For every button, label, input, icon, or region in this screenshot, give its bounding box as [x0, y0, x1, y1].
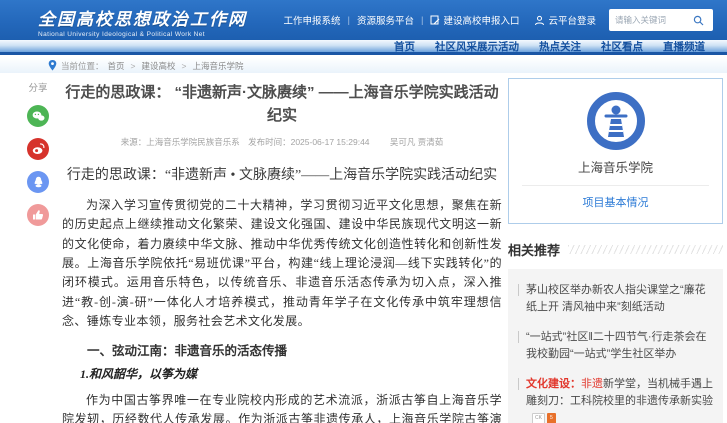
share-label: 分享: [28, 83, 48, 94]
document-icon: [430, 15, 440, 25]
article-subsection-heading: 1.和风韶华，以筝为媒: [80, 366, 198, 381]
header-links: 工作申报系统 | 资源服务平台 | 建设高校申报入口 云平台登录: [284, 0, 713, 40]
header-separator: |: [347, 14, 350, 26]
header-separator: |: [421, 14, 424, 26]
breadcrumb-label: 当前位置：: [61, 60, 104, 71]
search-icon[interactable]: [693, 15, 704, 26]
user-icon: [535, 15, 545, 25]
link-school-apply[interactable]: 建设高校申报入口: [430, 13, 519, 27]
hatch-decoration: [568, 245, 723, 254]
item-tick: [518, 331, 519, 344]
related-item[interactable]: 茅山校区举办新农人指尖课堂之“廉花纸上开 清风袖中来”刻纸活动: [518, 282, 713, 316]
related-item-text: 茅山校区举办新农人指尖课堂之“廉花纸上开 清风袖中来”刻纸活动: [526, 284, 706, 314]
article: 行走的思政课： “非遗新声·文脉赓续” ——上海音乐学院实践活动纪实 来源：上海…: [62, 82, 502, 423]
related-item-text: 文化建设：非遗新学堂，当机械手遇上雕刻刀：工科院校里的非遗传承新实验 CK 5: [526, 376, 713, 423]
cloud-login-button[interactable]: 云平台登录: [534, 13, 596, 27]
wechat-bubbles-icon: [32, 111, 44, 121]
qq-share-icon[interactable]: [27, 171, 49, 193]
site-logo-subtitle: National University Ideological & Politi…: [38, 31, 205, 38]
location-pin-icon: [48, 60, 57, 71]
like-share-icon[interactable]: [27, 204, 49, 226]
org-figure-icon: [604, 105, 627, 137]
orange-badge-icon: 5: [546, 412, 556, 423]
org-card: 上海音乐学院 项目基本情况: [508, 78, 723, 224]
page-title: 行走的思政课： “非遗新声·文脉赓续” ——上海音乐学院实践活动纪实: [65, 84, 499, 124]
cloud-login-label: 云平台登录: [548, 16, 596, 27]
breadcrumb-separator: >: [181, 60, 187, 71]
article-meta: 来源：上海音乐学院民族音乐系 发布时间：2025-06-17 15:29:44 …: [62, 136, 502, 148]
ck-badge-icon: CK: [532, 412, 545, 423]
search-input[interactable]: [615, 15, 693, 25]
breadcrumb-current[interactable]: 上海音乐学院: [192, 60, 243, 72]
article-inner-title: 行走的思政课：“非遗新声 • 文脉赓续”——上海音乐学院实践活动纪实: [66, 168, 498, 183]
related-item-text: “一站式”社区‖二十四节气·行走茶会在我校勤园“一站式”学生社区举办: [526, 331, 707, 361]
article-authors: 吴可凡 贾清茹: [389, 137, 444, 147]
nav-community-showcase[interactable]: 社区风采展示活动: [435, 39, 519, 54]
badge-icons: CK 5: [532, 412, 556, 423]
sidebar: 上海音乐学院 项目基本情况 相关推荐 茅山校区举办新农人指尖课堂之“廉花纸上开 …: [508, 78, 723, 423]
search-box: [609, 9, 713, 31]
link-work-system[interactable]: 工作申报系统: [284, 13, 341, 27]
link-school-apply-label: 建设高校申报入口: [443, 16, 520, 27]
related-header: 相关推荐: [508, 240, 723, 259]
breadcrumb-home[interactable]: 首页: [108, 60, 125, 72]
article-section-heading: 一、弦动江南：非遗音乐的活态传播: [87, 343, 288, 358]
item-tick: [518, 284, 519, 296]
related-item-keyword: 非遗: [581, 378, 603, 391]
link-resource-platform[interactable]: 资源服务平台: [357, 13, 414, 27]
nav-live-channel[interactable]: 直播频道: [663, 39, 705, 54]
related-item[interactable]: “一站式”社区‖二十四节气·行走茶会在我校勤园“一站式”学生社区举办: [518, 329, 713, 363]
share-column: 分享: [20, 80, 56, 226]
article-publish-time: 发布时间：2025-06-17 15:29:44: [248, 137, 370, 147]
weibo-glyph-icon: [32, 143, 44, 154]
nav-community-view[interactable]: 社区看点: [601, 39, 643, 54]
qq-penguin-icon: [34, 176, 42, 188]
site-logo[interactable]: 全国高校思想政治工作网 National University Ideologi…: [38, 5, 247, 38]
org-name: 上海音乐学院: [577, 161, 653, 175]
weibo-share-icon[interactable]: [27, 138, 49, 160]
related-item-tag: 文化建设：: [526, 378, 581, 391]
article-paragraph-1: 为深入学习宣传贯彻党的二十大精神，学习贯彻习近平文化思想，聚焦在新的历史起点上继…: [62, 197, 502, 329]
page: 全国高校思想政治工作网 National University Ideologi…: [0, 0, 727, 423]
main-nav: 首页 社区风采展示活动 热点关注 社区看点 直播频道: [0, 40, 727, 55]
related-panel: 茅山校区举办新农人指尖课堂之“廉花纸上开 清风袖中来”刻纸活动 “一站式”社区‖…: [508, 269, 723, 423]
breadcrumb-separator: >: [130, 60, 136, 71]
wechat-share-icon[interactable]: [27, 105, 49, 127]
related-item[interactable]: 文化建设：非遗新学堂，当机械手遇上雕刻刀：工科院校里的非遗传承新实验 CK 5: [518, 376, 713, 423]
related-title: 相关推荐: [508, 243, 561, 258]
thumb-up-icon: [33, 210, 44, 220]
breadcrumb: 当前位置： 首页 > 建设高校 > 上海音乐学院: [0, 58, 727, 73]
article-paragraph-2: 作为中国古筝界唯一在专业院校内形成的艺术流派，浙派古筝自上海音乐学院发轫，历经数…: [62, 392, 502, 423]
project-info-link[interactable]: 项目基本情况: [509, 194, 722, 210]
org-logo[interactable]: [586, 92, 645, 150]
site-header: 全国高校思想政治工作网 National University Ideologi…: [0, 0, 727, 40]
article-source: 来源：上海音乐学院民族音乐系: [120, 137, 240, 147]
divider: [521, 185, 710, 186]
nav-hot-topics[interactable]: 热点关注: [539, 39, 581, 54]
breadcrumb-schools[interactable]: 建设高校: [142, 60, 176, 72]
item-tick: [518, 378, 519, 391]
site-logo-title: 全国高校思想政治工作网: [38, 10, 247, 29]
nav-home[interactable]: 首页: [394, 39, 415, 54]
